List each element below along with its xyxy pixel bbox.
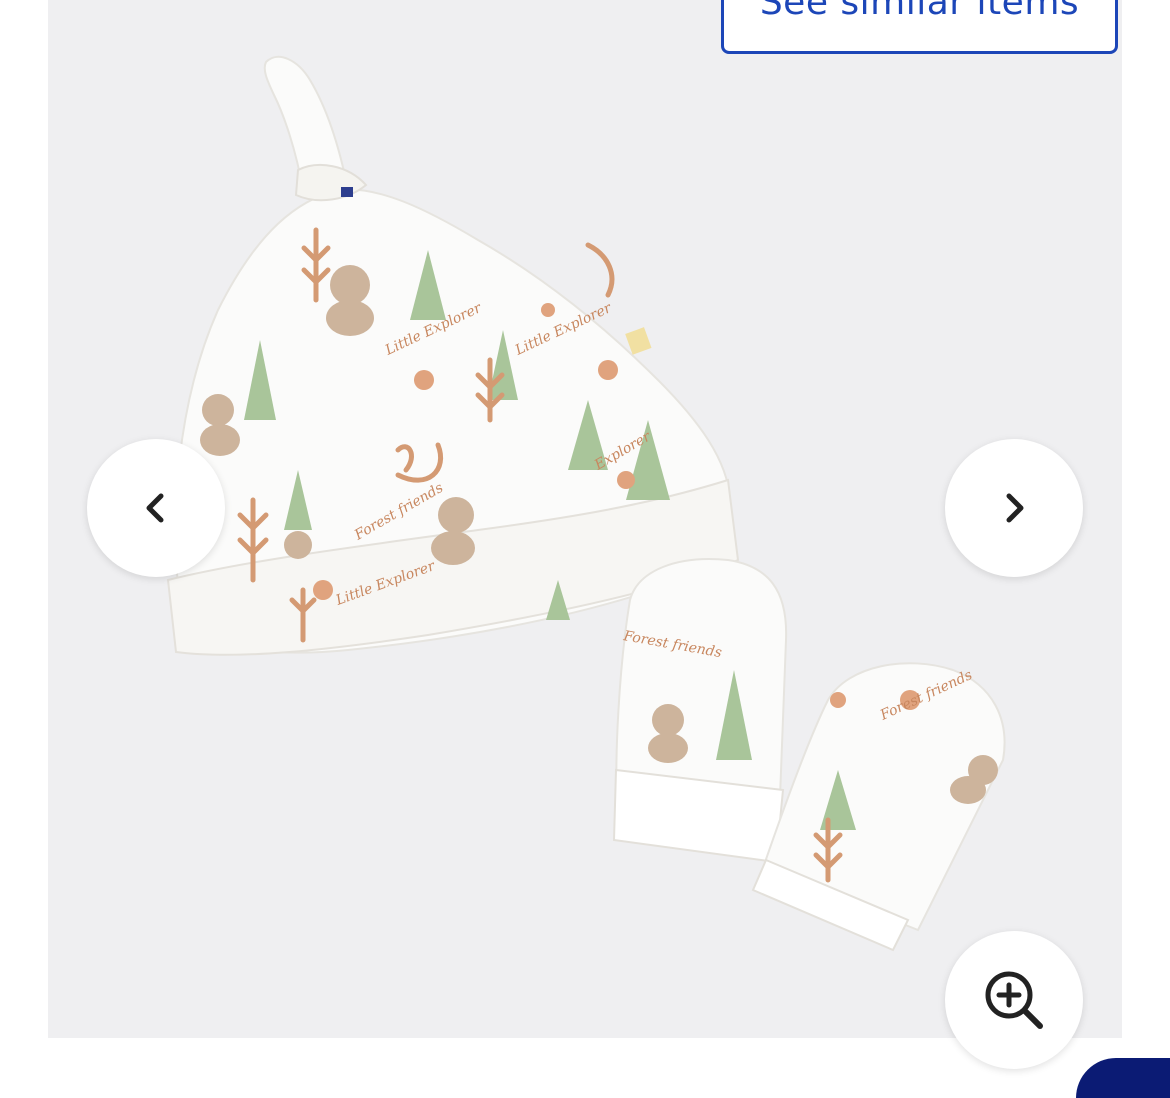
next-image-button[interactable]	[945, 439, 1083, 577]
zoom-image-button[interactable]	[945, 931, 1083, 1069]
previous-image-button[interactable]	[87, 439, 225, 577]
chevron-left-icon	[146, 493, 164, 523]
see-similar-items-label: See similar items	[759, 0, 1080, 23]
zoom-in-icon	[985, 971, 1043, 1029]
see-similar-items-button[interactable]: See similar items	[721, 0, 1118, 54]
chat-launcher-tab[interactable]	[1076, 1058, 1170, 1098]
chevron-right-icon	[1006, 493, 1024, 523]
